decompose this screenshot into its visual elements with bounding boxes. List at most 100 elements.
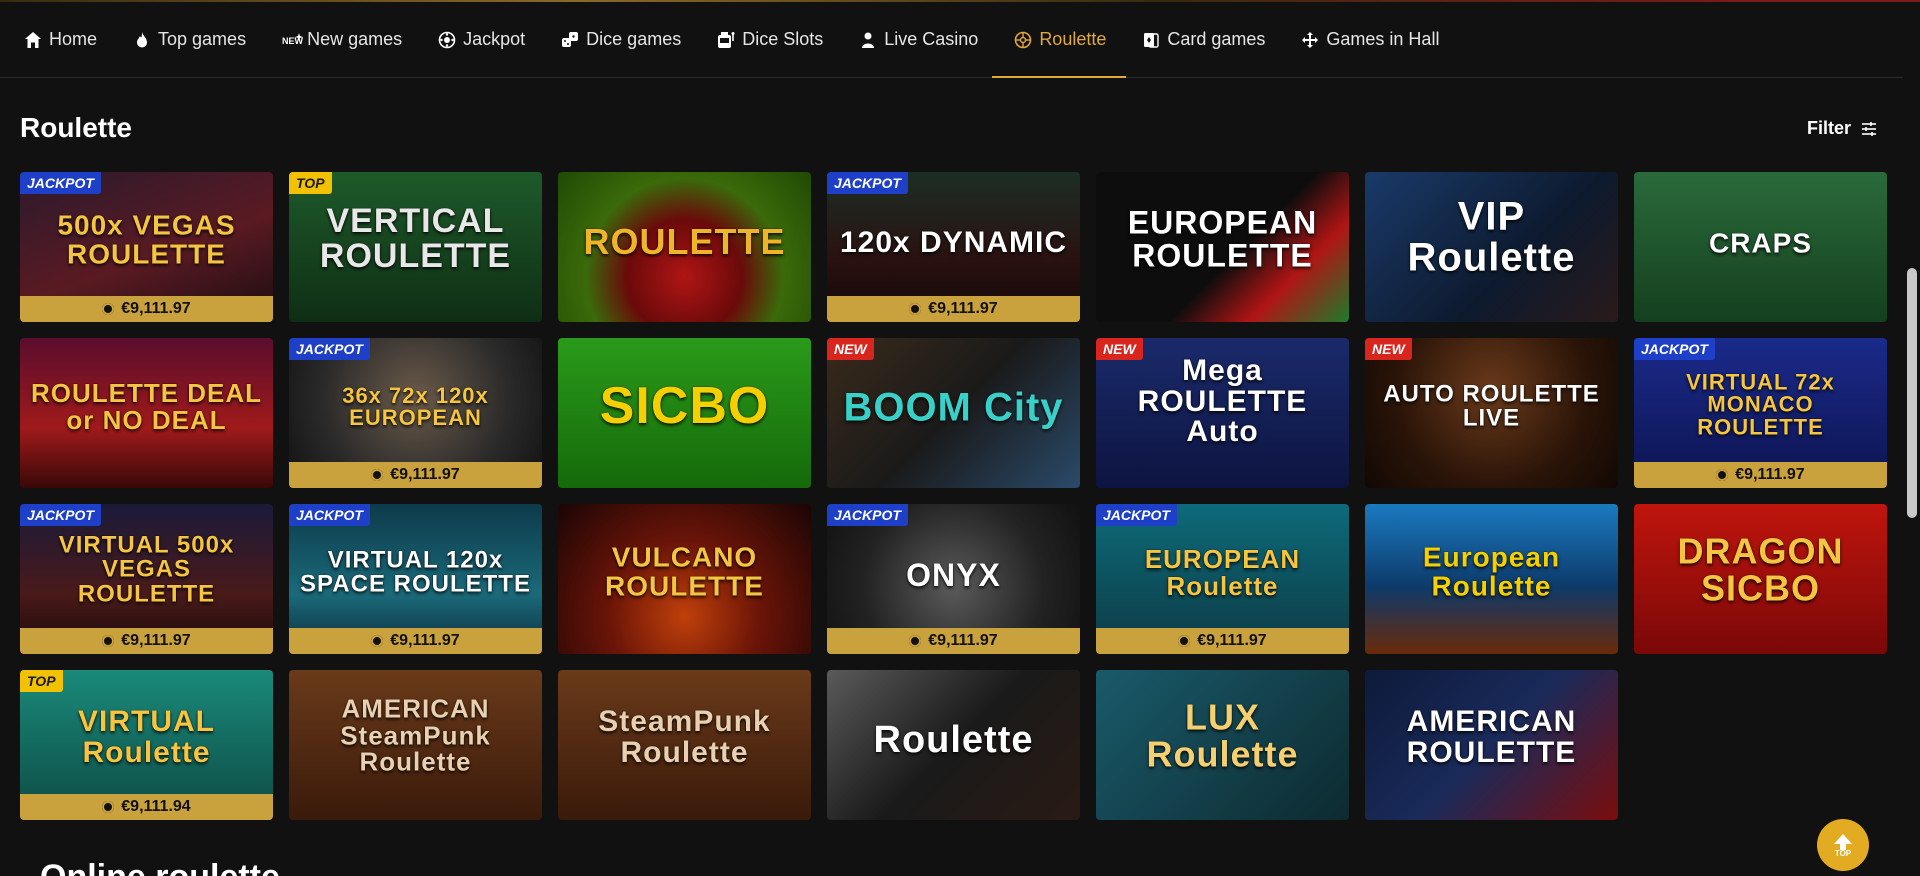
game-title: VIP Roulette xyxy=(1407,194,1576,280)
jackpot-prize-bar: €9,111.97 xyxy=(20,296,273,322)
game-title: AUTO ROULETTE LIVE xyxy=(1383,380,1600,433)
nav-item-label: Dice games xyxy=(586,29,682,49)
game-tile[interactable]: SteamPunk Roulette xyxy=(558,670,811,820)
jackpot-prize-bar: €9,111.97 xyxy=(289,462,542,488)
jackpot-prize-bar: €9,111.97 xyxy=(1634,462,1887,488)
scrollbar-thumb[interactable] xyxy=(1907,268,1917,518)
page-title: Roulette xyxy=(20,112,132,143)
nav-item-label: Jackpot xyxy=(463,29,526,49)
game-title: VIRTUAL 72x MONACO ROULETTE xyxy=(1686,369,1835,440)
cards-icon xyxy=(1142,31,1160,49)
game-tile[interactable]: BOOM City NEW xyxy=(827,338,1080,488)
coin-icon xyxy=(1716,469,1729,481)
game-tile[interactable]: 500x VEGAS ROULETTE JACKPOT €9,111.97 xyxy=(20,172,273,322)
scrollbar[interactable] xyxy=(1903,78,1920,876)
game-tile[interactable]: Mega ROULETTE Auto NEW xyxy=(1096,338,1349,488)
coin-icon xyxy=(909,303,922,315)
nav-item-games-in-hall[interactable]: Games in Hall xyxy=(1297,2,1457,78)
game-title: Roulette xyxy=(873,718,1034,761)
coin-icon xyxy=(1178,635,1191,647)
game-tile[interactable]: ROULETTE xyxy=(558,172,811,322)
nav-item-label: Roulette xyxy=(1039,29,1107,49)
game-title: Mega ROULETTE Auto xyxy=(1137,354,1308,449)
game-badge: JACKPOT xyxy=(289,338,370,360)
nav-item-jackpot[interactable]: Jackpot xyxy=(434,2,543,78)
coin-icon xyxy=(102,635,115,647)
nav-item-label: New games xyxy=(307,29,403,49)
new-icon: NEW xyxy=(282,31,304,49)
coin-icon xyxy=(371,635,384,647)
game-title: AMERICAN ROULETTE xyxy=(1406,705,1577,769)
game-tile[interactable]: Roulette xyxy=(827,670,1080,820)
game-title: DRAGON SICBO xyxy=(1677,530,1844,609)
game-badge: JACKPOT xyxy=(289,504,370,526)
game-badge: NEW xyxy=(1096,338,1143,360)
game-tile[interactable]: 36x 72x 120x EUROPEAN JACKPOT €9,111.97 xyxy=(289,338,542,488)
coin-icon xyxy=(102,801,115,813)
jackpot-amount: €9,111.97 xyxy=(928,300,998,317)
nav-item-top-games[interactable]: Top games xyxy=(129,2,264,78)
home-icon xyxy=(24,31,42,49)
game-title: VERTICAL ROULETTE xyxy=(319,202,512,275)
game-title: VULCANO ROULETTE xyxy=(605,541,764,602)
game-badge: TOP xyxy=(289,172,332,194)
nav-item-label: Dice Slots xyxy=(742,29,824,49)
game-tile[interactable]: AUTO ROULETTE LIVE NEW xyxy=(1365,338,1618,488)
dice-icon xyxy=(561,31,579,49)
nav-item-label: Live Casino xyxy=(884,29,979,49)
coin-icon xyxy=(909,635,922,647)
game-title: ROULETTE DEAL or NO DEAL xyxy=(30,378,263,435)
jackpot-prize-bar: €9,111.97 xyxy=(827,628,1080,654)
game-tile[interactable]: LUX Roulette xyxy=(1096,670,1349,820)
nav-item-roulette[interactable]: Roulette xyxy=(992,2,1127,78)
jackpot-amount: €9,111.97 xyxy=(1197,632,1267,649)
game-tile[interactable]: VIRTUAL Roulette TOP €9,111.94 xyxy=(20,670,273,820)
coin-icon xyxy=(371,469,384,481)
game-tile[interactable]: AMERICAN SteamPunk Roulette xyxy=(289,670,542,820)
game-title: European Roulette xyxy=(1422,541,1561,602)
game-tile[interactable]: VIRTUAL 72x MONACO ROULETTE JACKPOT €9,111… xyxy=(1634,338,1887,488)
game-tile[interactable]: AMERICAN ROULETTE xyxy=(1365,670,1618,820)
game-tile[interactable]: DRAGON SICBO xyxy=(1634,504,1887,654)
filter-label: Filter xyxy=(1806,118,1851,138)
jackpot-amount: €9,111.97 xyxy=(390,466,460,483)
filter-button[interactable]: Filter xyxy=(1807,118,1877,139)
jackpot-amount: €9,111.97 xyxy=(121,632,191,649)
nav-item-home[interactable]: Home xyxy=(20,2,115,78)
game-title: VIRTUAL Roulette xyxy=(78,705,215,769)
game-title: 36x 72x 120x EUROPEAN xyxy=(342,383,489,431)
game-tile[interactable]: VULCANO ROULETTE xyxy=(558,504,811,654)
scroll-to-top-button[interactable]: TOP xyxy=(1817,819,1869,871)
nav-item-live-casino[interactable]: Live Casino xyxy=(855,2,996,78)
jackpot-amount: €9,111.97 xyxy=(390,632,460,649)
nav-item-dice-slots[interactable]: Dice Slots xyxy=(713,2,841,78)
to-top-label: TOP xyxy=(1834,848,1852,858)
game-title: VIRTUAL 120x SPACE ROULETTE xyxy=(300,546,531,599)
game-title: SICBO xyxy=(599,377,770,436)
game-tile[interactable]: ONYX JACKPOT €9,111.97 xyxy=(827,504,1080,654)
game-tile[interactable]: European Roulette xyxy=(1365,504,1618,654)
game-tile[interactable]: VIP Roulette xyxy=(1365,172,1618,322)
jackpot-amount: €9,111.94 xyxy=(121,798,191,815)
nav-item-new-games[interactable]: NEW New games xyxy=(278,2,420,78)
game-title: ONYX xyxy=(906,556,1001,593)
jackpot-amount: €9,111.97 xyxy=(928,632,998,649)
game-tile[interactable]: EUROPEAN Roulette JACKPOT €9,111.97 xyxy=(1096,504,1349,654)
game-tile[interactable]: EUROPEAN ROULETTE xyxy=(1096,172,1349,322)
game-badge: JACKPOT xyxy=(1096,504,1177,526)
game-tile[interactable]: SICBO xyxy=(558,338,811,488)
game-title: LUX Roulette xyxy=(1146,696,1299,775)
game-tile[interactable]: VIRTUAL 120x SPACE ROULETTE JACKPOT €9,111… xyxy=(289,504,542,654)
game-tile[interactable]: CRAPS xyxy=(1634,172,1887,322)
game-tile[interactable]: 120x DYNAMIC JACKPOT €9,111.97 xyxy=(827,172,1080,322)
game-tile[interactable]: ROULETTE DEAL or NO DEAL xyxy=(20,338,273,488)
nav-item-label: Home xyxy=(49,29,98,49)
game-title: CRAPS xyxy=(1708,227,1812,259)
coin-icon xyxy=(102,303,115,315)
game-tile[interactable]: VERTICAL ROULETTE TOP xyxy=(289,172,542,322)
game-tile[interactable]: VIRTUAL 500x VEGAS ROULETTE JACKPOT €9,111… xyxy=(20,504,273,654)
flame-icon xyxy=(133,31,151,49)
jackpot-prize-bar: €9,111.97 xyxy=(1096,628,1349,654)
nav-item-card-games[interactable]: Card games xyxy=(1138,2,1283,78)
nav-item-dice-games[interactable]: Dice games xyxy=(557,2,699,78)
